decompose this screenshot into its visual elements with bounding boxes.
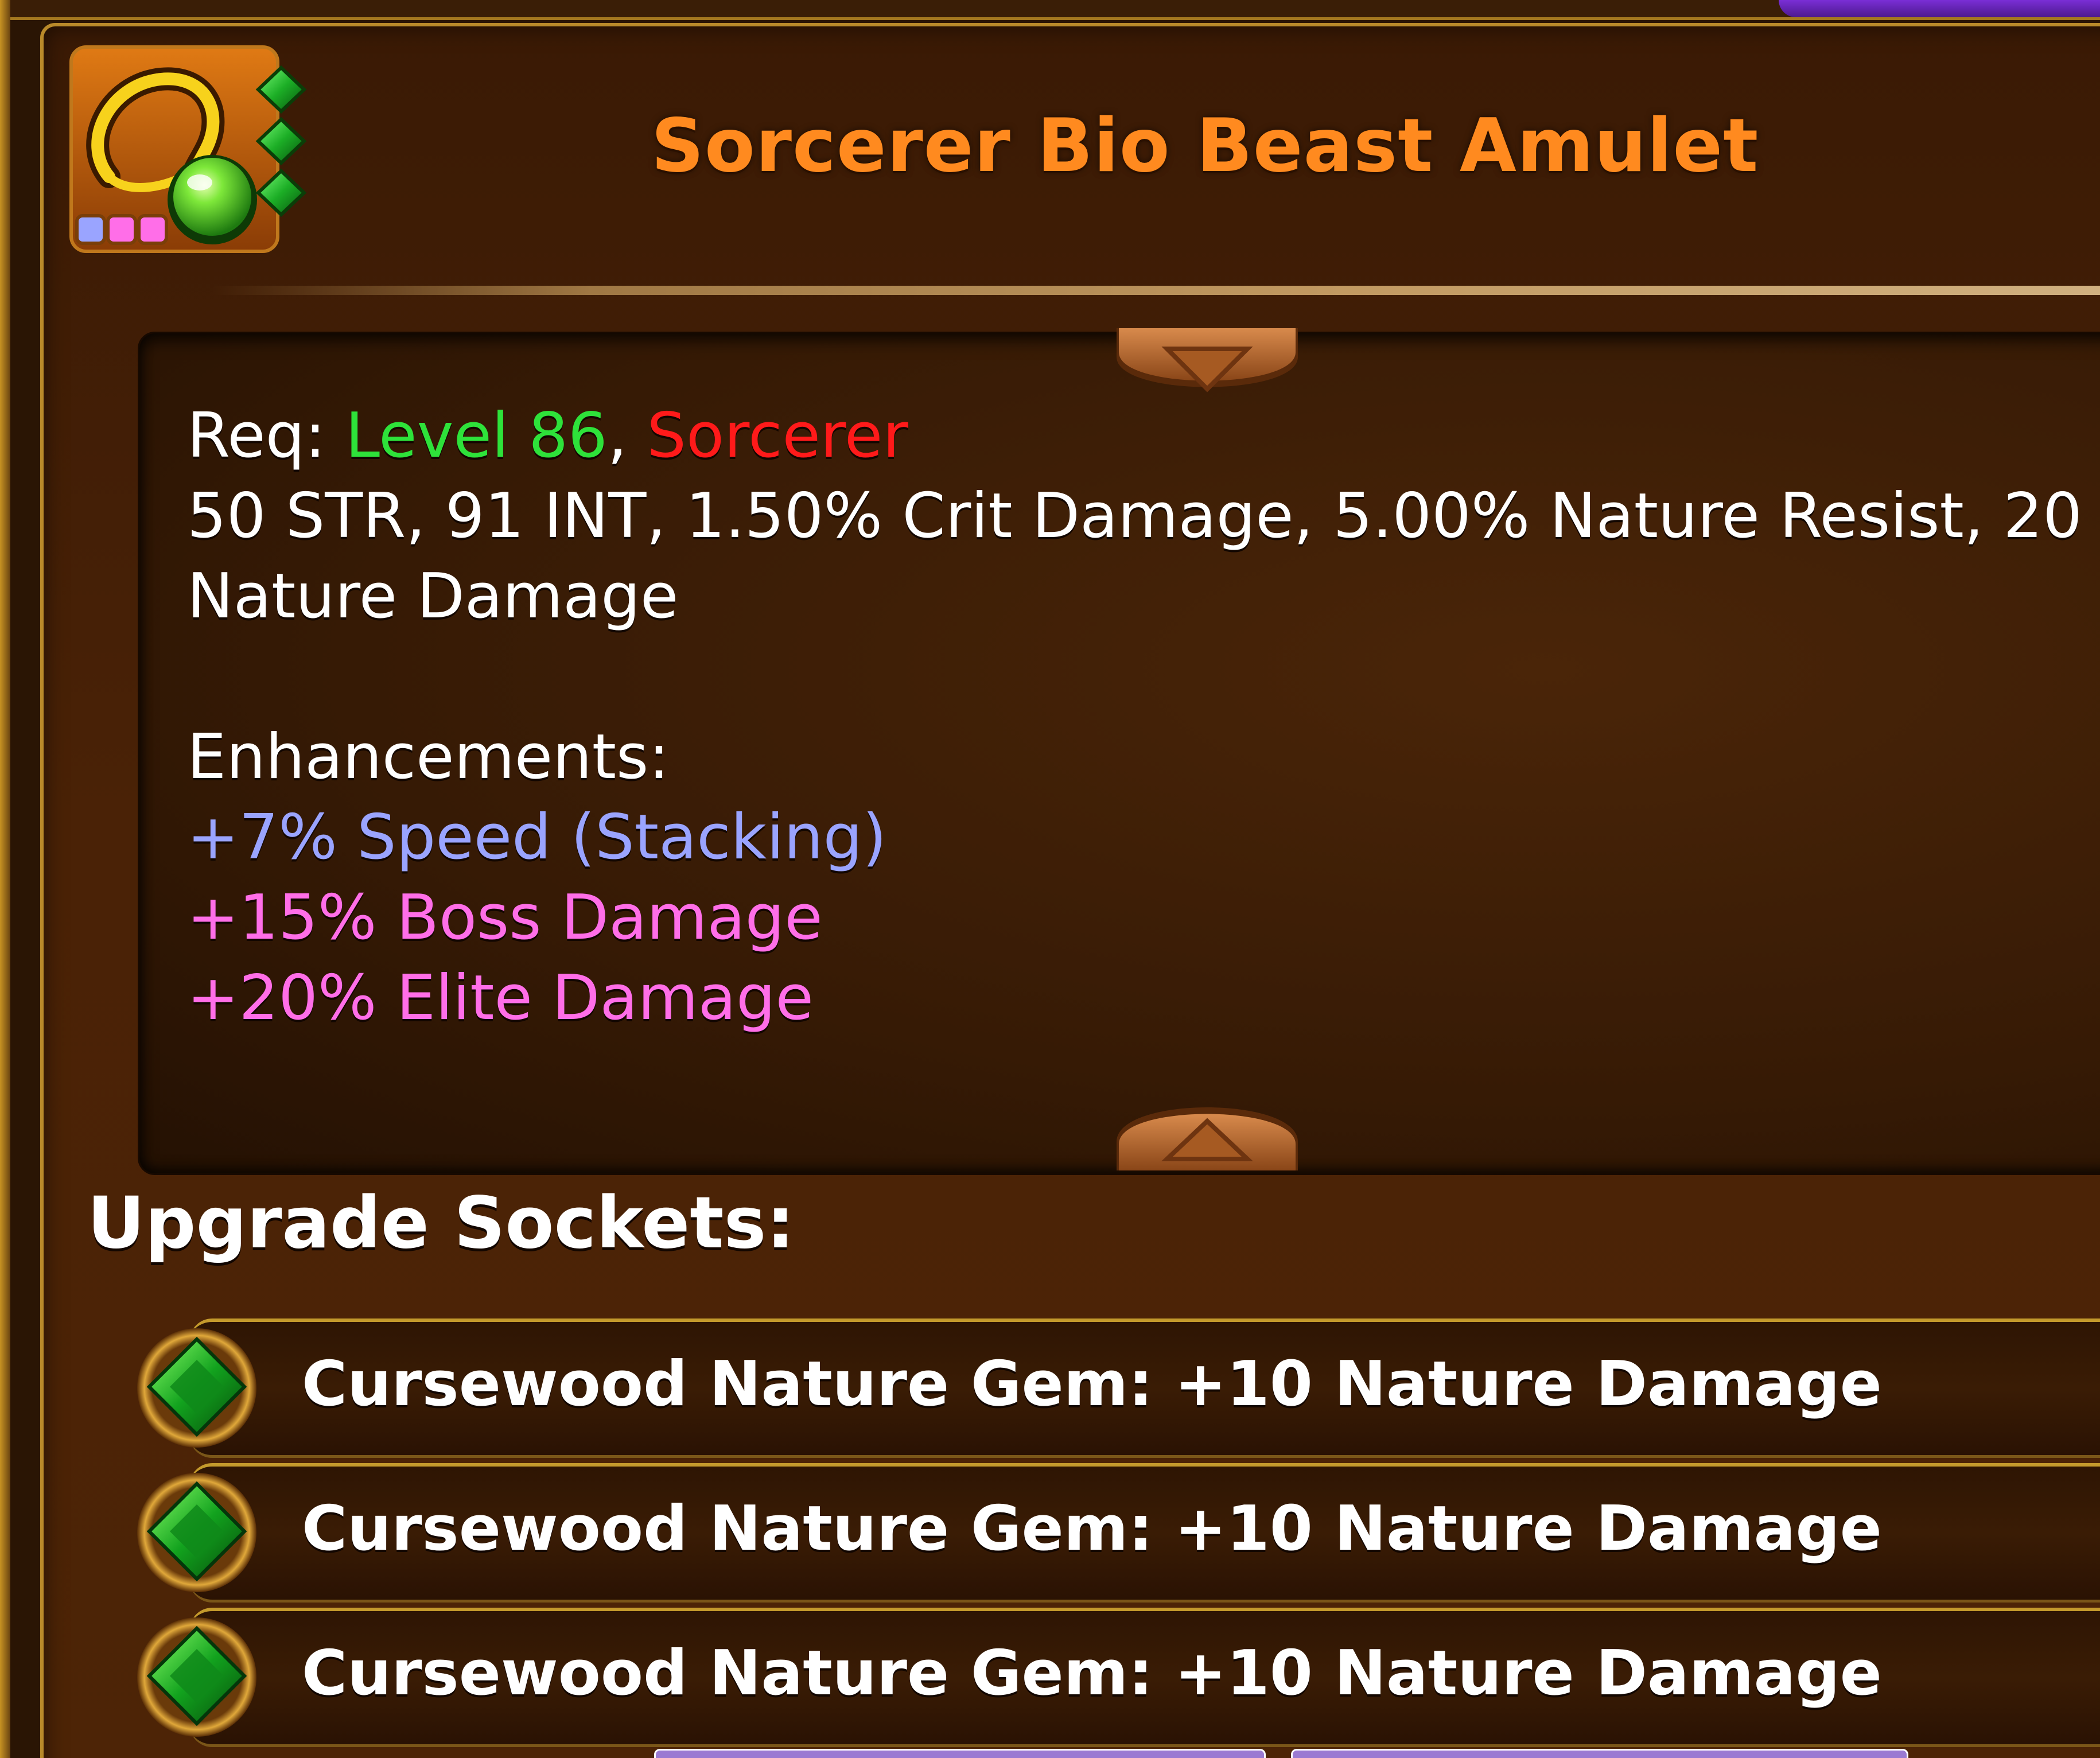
item-title: Sorcerer Bio Beast Amulet xyxy=(651,103,1759,189)
socket-gem-text: Cursewood Nature Gem: +10 Nature Damage xyxy=(302,1638,1882,1709)
req-separator: , xyxy=(607,400,647,472)
enhancements-heading: Enhancements: xyxy=(187,721,670,793)
enhancement-item: +7% Speed (Stacking) xyxy=(187,802,887,873)
item-stats: Req: Level 86, Sorcerer 50 STR, 91 INT, … xyxy=(187,396,2082,1039)
left-border xyxy=(0,0,10,1758)
bottom-tab[interactable] xyxy=(654,1749,1266,1758)
stats-line-2: Nature Damage xyxy=(187,561,679,632)
required-class: Sorcerer xyxy=(647,400,908,472)
item-tooltip-window: Sorcerer Bio Beast Amulet Req: Level 86,… xyxy=(0,0,2100,1758)
green-gem-icon xyxy=(135,1327,258,1449)
stats-line-1: 50 STR, 91 INT, 1.50% Crit Damage, 5.00%… xyxy=(187,480,2082,552)
green-gem-icon xyxy=(135,1471,258,1594)
title-divider xyxy=(212,286,2100,295)
sockets-heading: Upgrade Sockets: xyxy=(87,1182,795,1265)
bottom-tab[interactable] xyxy=(1291,1749,1908,1758)
top-right-tab[interactable] xyxy=(1779,0,2100,17)
enhancement-item: +15% Boss Damage xyxy=(187,882,823,954)
enhancement-item: +20% Elite Damage xyxy=(187,962,814,1034)
req-prefix: Req: xyxy=(187,400,345,472)
amulet-icon xyxy=(69,45,310,257)
scroll-up-button[interactable] xyxy=(1117,1084,1298,1170)
socket-gem-text: Cursewood Nature Gem: +10 Nature Damage xyxy=(302,1493,1882,1565)
socket-gem-text: Cursewood Nature Gem: +10 Nature Damage xyxy=(302,1348,1882,1420)
required-level: Level 86 xyxy=(345,400,608,472)
green-gem-icon xyxy=(135,1616,258,1738)
requirements-line: Req: Level 86, Sorcerer xyxy=(187,396,2080,476)
